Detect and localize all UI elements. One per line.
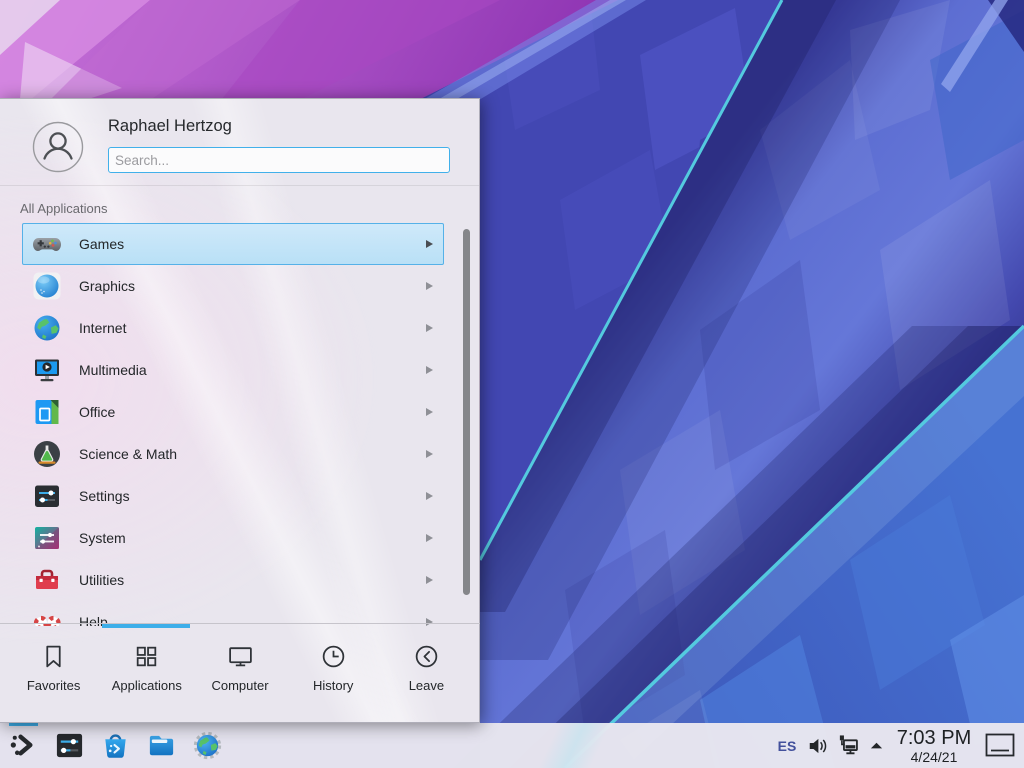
category-science-math[interactable]: Science & Math: [22, 433, 444, 475]
tab-label: Computer: [211, 678, 268, 693]
discover-software-icon: [100, 730, 131, 761]
category-system[interactable]: System: [22, 517, 444, 559]
system-icon: [31, 522, 63, 554]
web-browser-launcher[interactable]: [184, 723, 230, 768]
show-desktop-button[interactable]: [980, 723, 1020, 768]
clock-date: 4/24/21: [888, 750, 980, 764]
favorites-icon: [40, 643, 67, 670]
category-label: Graphics: [79, 278, 426, 294]
category-label: Settings: [79, 488, 426, 504]
submenu-arrow-icon: [426, 282, 433, 290]
submenu-arrow-icon: [426, 450, 433, 458]
submenu-arrow-icon: [426, 366, 433, 374]
tab-favorites[interactable]: Favorites: [7, 624, 100, 722]
user-name: Raphael Hertzog: [108, 117, 232, 136]
kickoff-menu-icon: [8, 730, 39, 761]
category-label: Multimedia: [79, 362, 426, 378]
application-launcher-menu: Raphael Hertzog All Applications: [0, 98, 480, 723]
tab-label: Leave: [409, 678, 444, 693]
category-games[interactable]: Games: [22, 223, 444, 265]
user-avatar-icon[interactable]: [32, 121, 84, 173]
tab-history[interactable]: History: [287, 624, 380, 722]
category-multimedia[interactable]: Multimedia: [22, 349, 444, 391]
science-math-icon: [31, 438, 63, 470]
discover-software-launcher[interactable]: [92, 723, 138, 768]
office-icon: [31, 396, 63, 428]
system-tray: ES: [770, 723, 1024, 768]
section-label: All Applications: [20, 201, 107, 216]
category-utilities[interactable]: Utilities: [22, 559, 444, 601]
settings-icon: [31, 480, 63, 512]
tab-label: Applications: [112, 678, 182, 693]
kickoff-menu-button[interactable]: [0, 723, 46, 768]
launcher-footer-tabs: Favorites Applications: [0, 623, 480, 722]
tab-computer[interactable]: Computer: [193, 624, 286, 722]
network-manager[interactable]: [832, 723, 864, 768]
category-list: Games Graphics: [0, 223, 480, 626]
leave-icon: [413, 643, 440, 670]
system-settings-icon: [54, 730, 85, 761]
active-tab-indicator: [102, 624, 190, 628]
clock-time: 7:03 PM: [888, 728, 980, 748]
category-label: Utilities: [79, 572, 426, 588]
dolphin-file-manager-icon: [146, 730, 177, 761]
utilities-icon: [31, 564, 63, 596]
category-internet[interactable]: Internet: [22, 307, 444, 349]
category-label: Science & Math: [79, 446, 426, 462]
category-graphics[interactable]: Graphics: [22, 265, 444, 307]
tab-label: Favorites: [27, 678, 80, 693]
submenu-arrow-icon: [426, 240, 433, 248]
internet-icon: [31, 312, 63, 344]
graphics-icon: [31, 270, 63, 302]
web-browser-icon: [192, 730, 223, 761]
tab-applications[interactable]: Applications: [100, 624, 193, 722]
submenu-arrow-icon: [426, 534, 433, 542]
keyboard-layout-indicator[interactable]: ES: [770, 738, 804, 754]
wired-network-icon: [835, 733, 861, 759]
system-settings-launcher[interactable]: [46, 723, 92, 768]
launcher-header: Raphael Hertzog: [0, 99, 479, 186]
category-label: Games: [79, 236, 426, 252]
tab-label: History: [313, 678, 353, 693]
multimedia-icon: [31, 354, 63, 386]
desktop-screen: ES: [0, 0, 1024, 768]
category-label: Office: [79, 404, 426, 420]
submenu-arrow-icon: [426, 408, 433, 416]
search-input[interactable]: [108, 147, 450, 173]
category-label: System: [79, 530, 426, 546]
scrollbar-thumb[interactable]: [463, 229, 470, 595]
show-desktop-icon: [985, 733, 1015, 758]
submenu-arrow-icon: [426, 576, 433, 584]
volume-control[interactable]: [804, 723, 832, 768]
expand-tray-arrow-icon: [869, 738, 884, 753]
games-icon: [31, 228, 63, 260]
digital-clock[interactable]: 7:03 PM 4/24/21: [888, 728, 980, 764]
tab-leave[interactable]: Leave: [380, 624, 473, 722]
category-settings[interactable]: Settings: [22, 475, 444, 517]
category-label: Internet: [79, 320, 426, 336]
expand-tray-button[interactable]: [864, 723, 888, 768]
history-icon: [320, 643, 347, 670]
dolphin-file-manager-launcher[interactable]: [138, 723, 184, 768]
category-office[interactable]: Office: [22, 391, 444, 433]
computer-icon: [227, 643, 254, 670]
submenu-arrow-icon: [426, 492, 433, 500]
volume-icon: [806, 734, 830, 758]
applications-icon: [133, 643, 160, 670]
submenu-arrow-icon: [426, 324, 433, 332]
taskbar-panel: ES: [0, 723, 1024, 768]
